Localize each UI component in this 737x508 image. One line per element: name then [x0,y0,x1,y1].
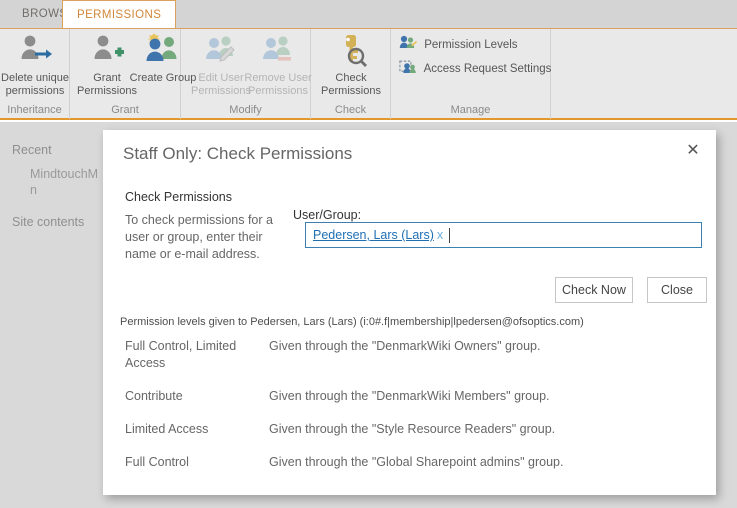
ribbon-group-manage: Permission Levels Access Request Setting… [391,29,551,119]
permission-levels-label: Permission Levels [424,39,518,51]
ribbon-group-label-grant: Grant [111,104,139,116]
ribbon: Delete unique permissions Inheritance Gr… [0,28,737,120]
user-group-input[interactable]: Pedersen, Lars (Lars) x [305,222,702,248]
check-permissions-icon [329,33,373,69]
ribbon-group-check: Check Permissions Check [311,29,391,119]
delete-unique-permissions-label: Delete unique permissions [1,72,69,97]
access-request-settings-button[interactable]: Access Request Settings [399,59,551,79]
close-icon[interactable]: ✕ [681,139,705,163]
table-row: Full Control Given through the "Global S… [125,454,695,487]
user-token: Pedersen, Lars (Lars) x [313,227,443,244]
sidebar: Recent MindtouchM n Site contents [0,122,103,508]
permission-source: Given through the "Style Resource Reader… [269,422,556,436]
permission-levels-button[interactable]: Permission Levels [399,35,518,55]
close-button[interactable]: Close [647,277,707,303]
ribbon-group-label-check: Check [334,104,367,116]
user-token-name[interactable]: Pedersen, Lars (Lars) [313,228,434,242]
ribbon-group-empty [551,29,737,119]
edit-user-permissions-icon [199,33,243,69]
permission-levels-icon [399,35,418,51]
tab-permissions[interactable]: PERMISSIONS [62,0,177,28]
remove-user-permissions-icon [256,33,300,69]
remove-user-permissions-button: Remove User Permissions [243,31,313,97]
create-group-icon [141,33,185,69]
user-group-label: User/Group: [293,208,362,222]
check-permissions-button[interactable]: Check Permissions [316,31,386,97]
ribbon-group-modify: Edit User Permissions Remove User Permis… [181,29,313,119]
sidebar-item-site-contents[interactable]: Site contents [12,214,84,230]
permission-summary: Permission levels given to Pedersen, Lar… [120,316,584,328]
remove-user-permissions-label: Remove User Permissions [244,72,312,97]
section-heading: Check Permissions [125,190,232,204]
ribbon-tabstrip: BROWSE PERMISSIONS [0,0,737,28]
check-permissions-label: Check Permissions [321,72,381,97]
user-token-remove-icon[interactable]: x [437,228,443,242]
dialog-title: Staff Only: Check Permissions [123,144,353,163]
ribbon-group-inheritance: Delete unique permissions Inheritance [0,29,70,119]
table-row: Contribute Given through the "DenmarkWik… [125,388,695,421]
table-row: Limited Access Given through the "Style … [125,421,695,454]
dialog-description: To check permissions for a user or group… [125,213,273,261]
delete-unique-permissions-button[interactable]: Delete unique permissions [0,31,70,97]
permission-level: Limited Access [125,422,209,436]
ribbon-group-label-manage: Manage [450,104,491,116]
permission-level: Contribute [125,389,183,403]
permissions-table-body: Full Control, Limited Access Given throu… [125,338,695,487]
sidebar-item-mindtouch[interactable]: MindtouchM n [30,166,108,198]
sidebar-item-recent[interactable]: Recent [12,142,52,158]
text-caret [449,228,450,243]
permission-source: Given through the "DenmarkWiki Members" … [269,389,550,403]
table-row: Full Control, Limited Access Given throu… [125,338,695,388]
delete-unique-permissions-icon [13,33,57,69]
permission-level: Full Control [125,455,189,469]
ribbon-group-grant: Grant Permissions Create Group Grant [70,29,196,119]
check-permissions-dialog: Staff Only: Check Permissions ✕ Check Pe… [103,130,716,495]
grant-permissions-icon [85,33,129,69]
permission-source: Given through the "Global Sharepoint adm… [269,455,564,469]
permission-level: Full Control, Limited Access [125,339,237,370]
access-request-settings-icon [399,59,417,75]
permission-source: Given through the "DenmarkWiki Owners" g… [269,339,541,353]
check-now-button[interactable]: Check Now [555,277,633,303]
access-request-settings-label: Access Request Settings [423,63,552,75]
ribbon-group-label-inheritance: Inheritance [7,104,62,116]
ribbon-group-label-modify: Modify [229,104,262,116]
permissions-table: Full Control, Limited Access Given throu… [125,338,695,487]
